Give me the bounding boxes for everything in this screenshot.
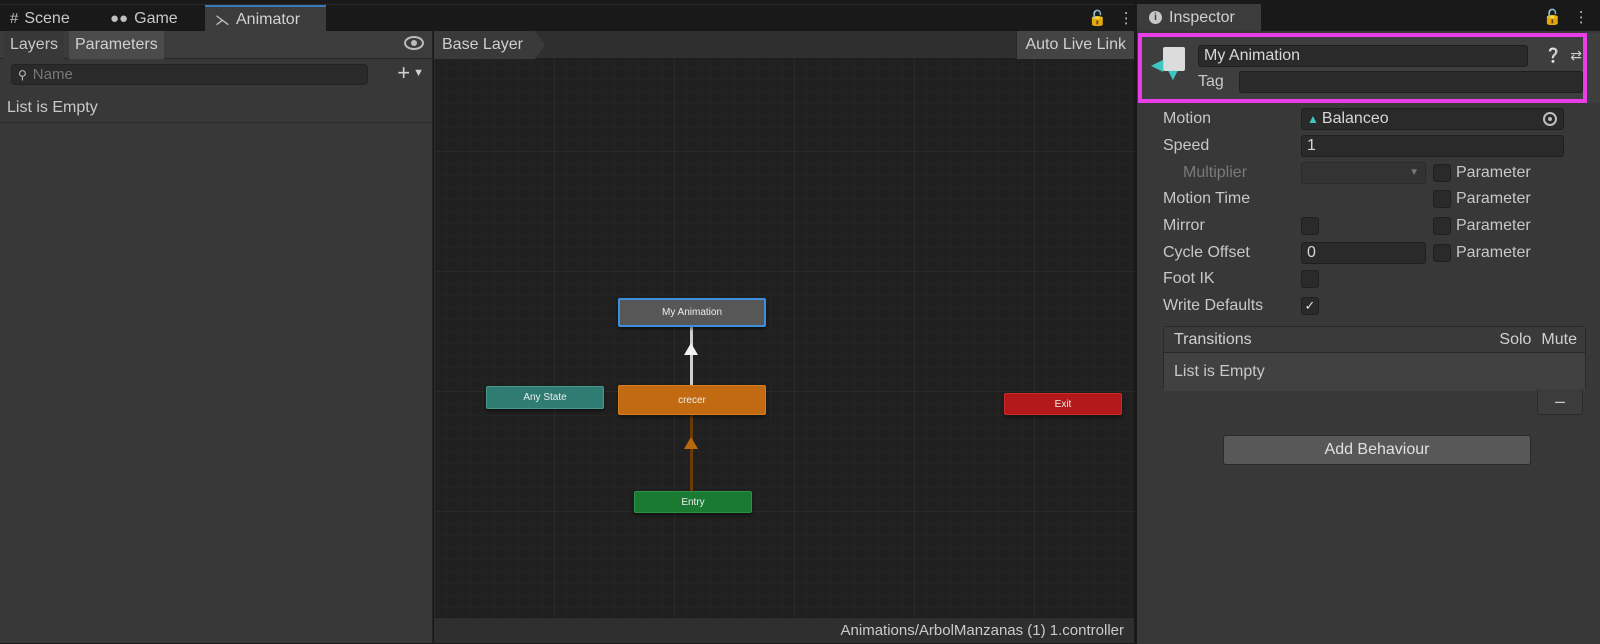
tab-layers[interactable]: Layers bbox=[4, 31, 65, 59]
default-transition-arrow-icon bbox=[684, 437, 698, 449]
tab-inspector-label: Inspector bbox=[1169, 8, 1235, 26]
state-node-exit[interactable]: Exit bbox=[1004, 393, 1122, 415]
tab-inspector[interactable]: i Inspector bbox=[1137, 4, 1261, 31]
cycle-offset-parameter-label: Parameter bbox=[1456, 244, 1531, 261]
mirror-checkbox[interactable] bbox=[1301, 217, 1319, 235]
cycle-offset-parameter-checkbox[interactable] bbox=[1433, 244, 1451, 262]
state-node-my-animation[interactable]: My Animation bbox=[618, 298, 766, 327]
write-defaults-checkbox[interactable]: ✓ bbox=[1301, 297, 1319, 315]
inspector-lock-icon[interactable]: 🔓 bbox=[1543, 8, 1562, 28]
remove-transition-button[interactable]: – bbox=[1537, 389, 1583, 415]
speed-field[interactable]: 1 bbox=[1301, 135, 1564, 157]
search-icon: ⚲ bbox=[18, 67, 27, 82]
transitions-list: Transitions Solo Mute List is Empty bbox=[1163, 326, 1586, 391]
parameters-empty-text: List is Empty bbox=[0, 93, 432, 123]
window-tab-strip: # Scene ●● Game ⋋ Animator 🔓 ⋮ bbox=[0, 4, 1134, 32]
inspector-panel: i Inspector 🔓 ⋮ ◀ ▼ My Animation ❔ ⇄ Tag… bbox=[1137, 4, 1600, 644]
transition-line[interactable] bbox=[690, 327, 693, 385]
motion-field[interactable]: ▲ Balanceo bbox=[1301, 108, 1564, 130]
help-icon[interactable]: ❔ bbox=[1545, 47, 1562, 64]
transitions-header: Transitions Solo Mute bbox=[1164, 327, 1585, 353]
animator-icon: ⋋ bbox=[215, 11, 230, 29]
motion-time-parameter-checkbox[interactable] bbox=[1433, 190, 1451, 208]
state-node-crecer[interactable]: crecer bbox=[618, 385, 766, 415]
tab-scene-label: Scene bbox=[24, 9, 70, 27]
tab-animator-label: Animator bbox=[236, 10, 301, 28]
mirror-label: Mirror bbox=[1163, 217, 1205, 234]
state-node-any-state[interactable]: Any State bbox=[486, 386, 604, 409]
default-transition-line[interactable] bbox=[690, 415, 693, 491]
multiplier-parameter-label: Parameter bbox=[1456, 164, 1531, 181]
foot-ik-checkbox[interactable] bbox=[1301, 270, 1319, 288]
controller-path: Animations/ArbolManzanas (1) 1.controlle… bbox=[840, 622, 1124, 639]
foot-ik-label: Foot IK bbox=[1163, 270, 1215, 287]
chevron-down-icon: ▼ bbox=[1409, 167, 1419, 178]
tag-field[interactable] bbox=[1239, 71, 1583, 93]
multiplier-parameter-checkbox[interactable] bbox=[1433, 164, 1451, 182]
animator-graph-canvas[interactable]: Base Layer Auto Live Link My Animation A… bbox=[434, 31, 1134, 643]
tag-label: Tag bbox=[1198, 73, 1224, 90]
parameter-search-input[interactable] bbox=[32, 66, 333, 83]
motion-label: Motion bbox=[1163, 110, 1212, 127]
mirror-parameter-label: Parameter bbox=[1456, 217, 1531, 234]
inspector-tab-strip: i Inspector 🔓 ⋮ bbox=[1137, 4, 1600, 31]
transitions-title: Transitions bbox=[1174, 330, 1252, 348]
multiplier-label: Multiplier bbox=[1183, 164, 1248, 181]
inspector-window-tools: 🔓 ⋮ bbox=[1543, 8, 1589, 28]
tab-parameters[interactable]: Parameters bbox=[69, 31, 164, 59]
mute-column-label: Mute bbox=[1541, 330, 1577, 348]
transition-arrow-icon bbox=[684, 343, 698, 355]
motion-time-label: Motion Time bbox=[1163, 190, 1251, 207]
parameter-search-box: ⚲ bbox=[11, 64, 368, 85]
parameter-search-row: ⚲ + ▼ bbox=[0, 59, 432, 89]
controller-path-bar: Animations/ArbolManzanas (1) 1.controlle… bbox=[434, 617, 1134, 643]
minus-icon: – bbox=[1554, 391, 1565, 411]
write-defaults-label: Write Defaults bbox=[1163, 297, 1264, 314]
gamepad-icon: ●● bbox=[110, 10, 129, 27]
eye-icon[interactable] bbox=[404, 36, 424, 50]
cycle-offset-field[interactable]: 0 bbox=[1301, 242, 1426, 264]
motion-time-parameter-label: Parameter bbox=[1456, 190, 1531, 207]
state-name-field[interactable]: My Animation bbox=[1198, 45, 1528, 67]
add-parameter-button[interactable]: + ▼ bbox=[397, 62, 424, 84]
animation-clip-icon: ▲ bbox=[1307, 112, 1319, 126]
layers-parameters-panel: Layers Parameters ⚲ + ▼ List is Empty bbox=[0, 31, 433, 643]
graph-toolbar: Base Layer Auto Live Link bbox=[434, 31, 1134, 59]
state-header: ◀ ▼ My Animation ❔ ⇄ Tag bbox=[1137, 33, 1600, 103]
presets-icon[interactable]: ⇄ bbox=[1570, 47, 1582, 64]
add-behaviour-button[interactable]: Add Behaviour bbox=[1223, 435, 1531, 465]
motion-value: Balanceo bbox=[1321, 110, 1389, 127]
lock-icon[interactable]: 🔓 bbox=[1088, 9, 1107, 29]
header-icons: ❔ ⇄ bbox=[1545, 47, 1582, 64]
cycle-offset-label: Cycle Offset bbox=[1163, 244, 1250, 261]
grid-icon: # bbox=[10, 10, 19, 27]
auto-live-link-button[interactable]: Auto Live Link bbox=[1016, 31, 1134, 59]
tab-game-label: Game bbox=[134, 9, 178, 27]
animator-window-tools: 🔓 ⋮ bbox=[1088, 9, 1134, 29]
animator-state-icon: ◀ ▼ bbox=[1151, 47, 1185, 84]
panel-tab-bar: Layers Parameters bbox=[0, 31, 432, 59]
info-icon: i bbox=[1149, 11, 1162, 24]
transitions-empty-text: List is Empty bbox=[1164, 353, 1585, 391]
object-picker-icon[interactable] bbox=[1543, 112, 1557, 126]
inspector-kebab-menu-icon[interactable]: ⋮ bbox=[1574, 8, 1589, 28]
kebab-menu-icon[interactable]: ⋮ bbox=[1119, 9, 1134, 29]
tab-game[interactable]: ●● Game bbox=[100, 5, 188, 32]
solo-column-label: Solo bbox=[1499, 330, 1532, 348]
chevron-down-icon: ▼ bbox=[413, 67, 424, 79]
mirror-parameter-checkbox[interactable] bbox=[1433, 217, 1451, 235]
multiplier-dropdown: ▼ bbox=[1301, 162, 1426, 184]
speed-label: Speed bbox=[1163, 137, 1210, 154]
checkmark-icon: ✓ bbox=[1304, 298, 1316, 313]
state-node-entry[interactable]: Entry bbox=[634, 491, 752, 513]
breadcrumb-base-layer[interactable]: Base Layer bbox=[434, 31, 545, 59]
plus-icon: + bbox=[397, 60, 411, 85]
tab-animator[interactable]: ⋋ Animator bbox=[205, 5, 326, 32]
tab-scene[interactable]: # Scene bbox=[0, 5, 80, 32]
